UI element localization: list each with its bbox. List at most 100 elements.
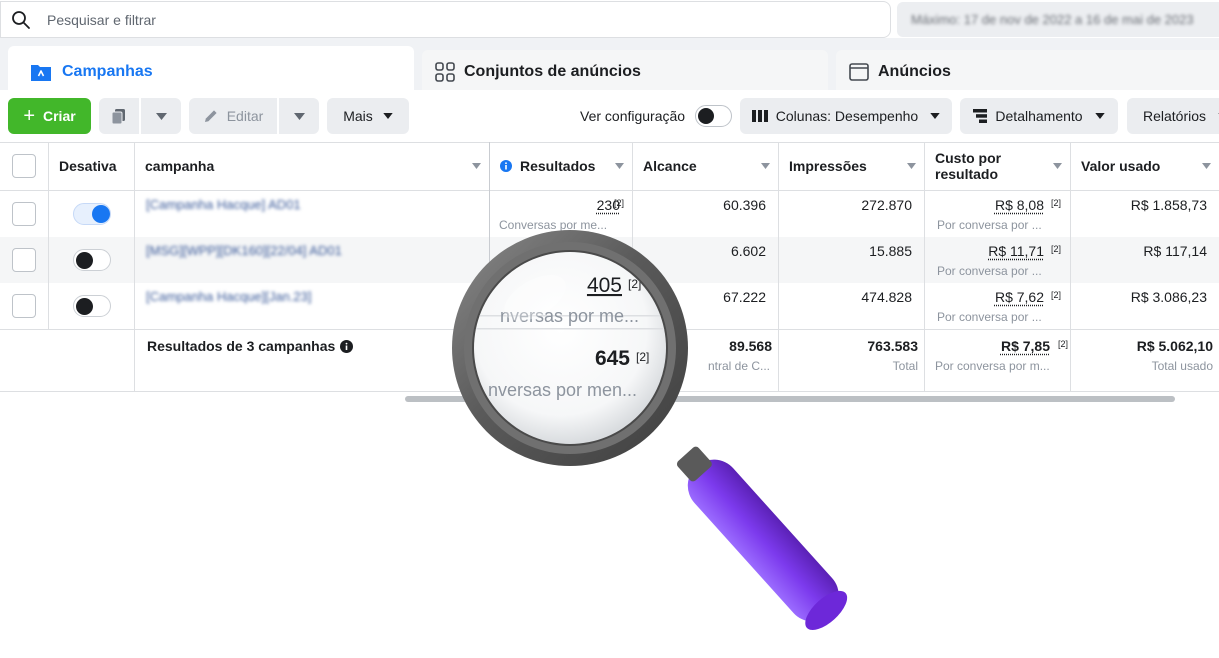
cost-note: [2]	[1051, 290, 1062, 300]
tab-label: Anúncios	[878, 63, 951, 80]
header-label: Alcance	[643, 158, 697, 174]
toggle-knob	[92, 205, 110, 223]
magnifying-glass-icon: 405 [2] nversas por me... 645 [2] nversa…	[452, 230, 848, 630]
toolbar: + Criar Editar Mais Ver configuração Col…	[0, 90, 1219, 142]
caret-down-icon	[293, 112, 305, 120]
breakdown-button[interactable]: Detalhamento	[960, 98, 1118, 134]
campaign-toggle[interactable]	[73, 295, 111, 317]
edit-dropdown-button[interactable]	[279, 98, 319, 134]
header-label: Resultados	[520, 158, 596, 174]
plus-icon: +	[23, 105, 35, 127]
sort-caret-icon[interactable]	[1202, 163, 1211, 169]
totals-impressions-subtext: Total	[892, 359, 918, 373]
header-label: resultado	[935, 166, 999, 182]
select-all-checkbox[interactable]	[12, 154, 36, 178]
campaign-name-link[interactable]: [MSG][WPP][DK160][22/04] AD01	[146, 243, 342, 258]
caret-down-icon	[155, 112, 167, 120]
toggle-knob	[76, 298, 93, 315]
ad-window-icon	[849, 63, 869, 81]
magnified-total-results: 645	[595, 347, 630, 370]
cost-note: [2]	[1051, 198, 1062, 208]
campaign-toggle[interactable]	[73, 203, 111, 225]
amount-spent-value: R$ 3.086,23	[1130, 289, 1207, 305]
column-header-alcance[interactable]: Alcance	[633, 142, 778, 190]
date-range-picker[interactable]: Máximo: 17 de nov de 2022 a 16 de mai de…	[897, 2, 1219, 37]
campaign-name-link[interactable]: [Campanha Hacque][Jan.23]	[146, 289, 312, 304]
info-icon[interactable]	[340, 339, 354, 353]
row-checkbox[interactable]	[12, 248, 36, 272]
more-label: Mais	[343, 108, 373, 124]
duplicate-icon	[111, 109, 125, 125]
columns-icon	[751, 110, 768, 122]
pencil-icon	[204, 110, 217, 122]
sort-caret-icon[interactable]	[907, 163, 916, 169]
totals-amount-spent-subtext: Total usado	[1151, 359, 1213, 373]
toggle-knob	[698, 108, 714, 124]
column-header-impressoes[interactable]: Impressões	[779, 142, 924, 190]
campaign-toggle[interactable]	[73, 249, 111, 271]
info-icon[interactable]	[500, 160, 512, 172]
duplicate-dropdown-button[interactable]	[141, 98, 181, 134]
totals-label: Resultados de 3 campanhas	[147, 338, 354, 354]
header-label: Impressões	[789, 158, 867, 174]
cost-subtext: Por conversa por ...	[937, 310, 1042, 324]
totals-cost-value[interactable]: R$ 7,85	[1001, 338, 1050, 354]
duplicate-button[interactable]	[99, 98, 139, 134]
magnified-total-subtext: nversas por men...	[488, 380, 637, 400]
reach-value: 60.396	[723, 197, 766, 213]
column-header-valor-usado[interactable]: Valor usado	[1071, 142, 1219, 190]
cost-value[interactable]: R$ 11,71	[988, 243, 1044, 259]
sort-caret-icon[interactable]	[1053, 163, 1062, 169]
sort-caret-icon[interactable]	[615, 163, 624, 169]
tab-conjuntos[interactable]: Conjuntos de anúncios	[422, 50, 828, 94]
caret-down-icon	[930, 113, 940, 119]
breakdown-icon	[973, 109, 988, 123]
edit-button[interactable]: Editar	[189, 98, 277, 134]
create-button[interactable]: + Criar	[8, 98, 91, 134]
cost-value[interactable]: R$ 7,62	[995, 289, 1044, 305]
header-label: Valor usado	[1081, 158, 1161, 174]
search-bar[interactable]	[0, 1, 891, 38]
columns-label: Colunas: Desempenho	[775, 108, 919, 124]
results-note: [2]	[614, 198, 625, 208]
column-header-custo[interactable]: Custo por resultado	[925, 142, 1070, 190]
totals-cost-subtext: Por conversa por m...	[935, 359, 1050, 373]
row-divider	[0, 190, 1219, 191]
column-header-desativar[interactable]: Desativa	[49, 142, 134, 190]
row-checkbox[interactable]	[12, 294, 36, 318]
reports-label: Relatórios	[1143, 108, 1207, 124]
amount-spent-value: R$ 1.858,73	[1130, 197, 1207, 213]
magnified-results-value: 405	[587, 274, 622, 297]
header-label: Desativa	[59, 158, 117, 174]
amount-spent-value: R$ 117,14	[1143, 243, 1207, 259]
view-settings-label: Ver configuração	[580, 108, 686, 124]
breakdown-label: Detalhamento	[995, 108, 1083, 124]
grid-icon	[435, 62, 455, 82]
more-button[interactable]: Mais	[327, 98, 409, 134]
column-header-resultados[interactable]: Resultados	[490, 142, 632, 190]
view-settings-toggle[interactable]	[695, 105, 732, 127]
reports-button[interactable]: Relatórios	[1127, 98, 1219, 134]
create-label: Criar	[43, 108, 76, 124]
sort-caret-icon[interactable]	[761, 163, 770, 169]
search-icon	[12, 10, 30, 29]
tab-label: Campanhas	[62, 63, 153, 80]
cost-subtext: Por conversa por ...	[937, 264, 1042, 278]
tab-label: Conjuntos de anúncios	[464, 63, 641, 80]
sort-caret-icon[interactable]	[472, 163, 481, 169]
campaign-name-link[interactable]: [Campanha Hacque] AD01	[146, 197, 301, 212]
row-checkbox[interactable]	[12, 202, 36, 226]
header-label: campanha	[145, 158, 215, 174]
columns-button[interactable]: Colunas: Desempenho	[740, 98, 952, 134]
tab-anuncios[interactable]: Anúncios	[836, 50, 1219, 94]
cost-note: [2]	[1051, 244, 1062, 254]
cost-value[interactable]: R$ 8,08	[995, 197, 1044, 213]
column-header-campanha[interactable]: campanha	[135, 142, 489, 190]
edit-label: Editar	[226, 108, 264, 124]
cost-subtext: Por conversa por ...	[937, 218, 1042, 232]
folder-campaign-icon	[31, 65, 51, 81]
toggle-knob	[76, 252, 93, 269]
totals-cost-note: [2]	[1058, 339, 1069, 349]
header-label: Custo por	[935, 150, 1002, 166]
search-input[interactable]	[47, 11, 847, 28]
